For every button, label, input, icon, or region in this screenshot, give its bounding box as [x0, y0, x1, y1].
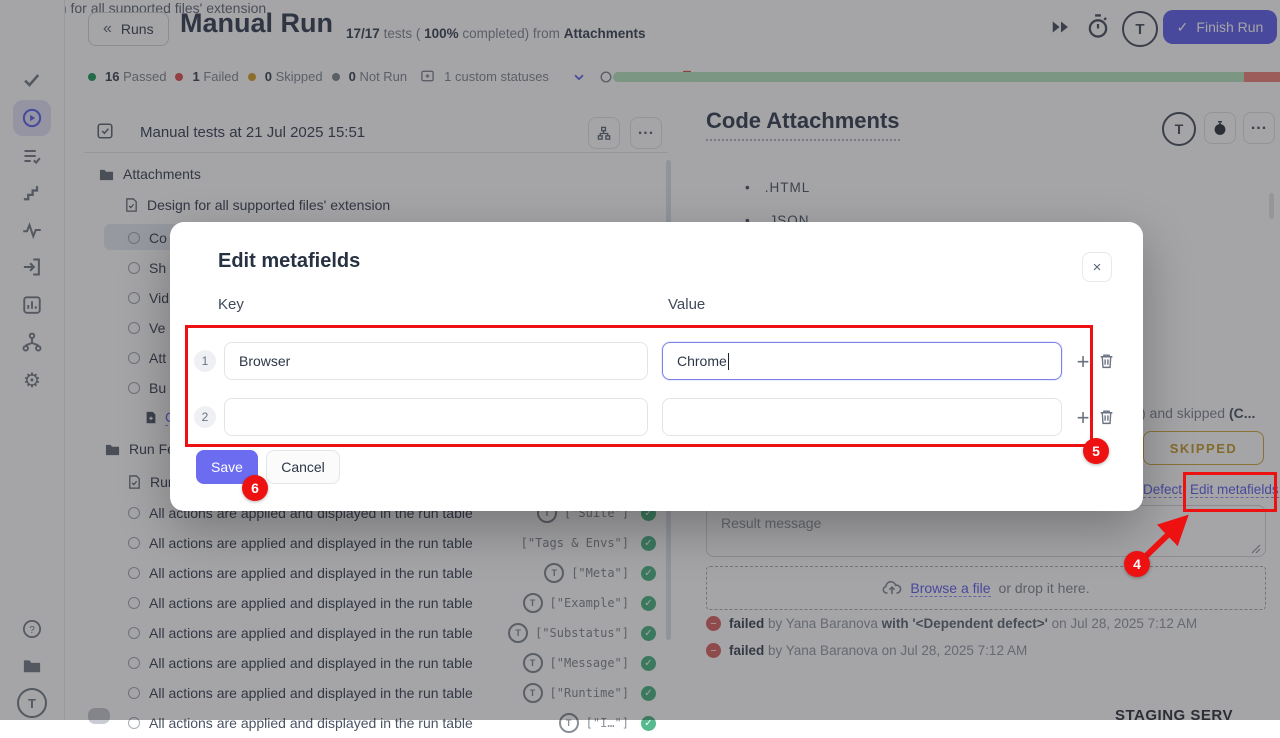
modal-title: Edit metafields	[218, 250, 360, 273]
annotation-rect-edit-link	[1183, 472, 1277, 512]
value-column-header: Value	[668, 296, 705, 313]
annotation-rect-metafields	[185, 325, 1093, 447]
delete-row-icon[interactable]	[1098, 352, 1115, 370]
annotation-badge-4: 4	[1124, 551, 1150, 577]
annotation-badge-5: 5	[1083, 438, 1109, 464]
key-column-header: Key	[218, 296, 244, 313]
cancel-button[interactable]: Cancel	[266, 450, 340, 484]
annotation-badge-6: 6	[242, 475, 268, 501]
delete-row-icon[interactable]	[1098, 408, 1115, 426]
close-icon[interactable]: ×	[1082, 252, 1112, 282]
